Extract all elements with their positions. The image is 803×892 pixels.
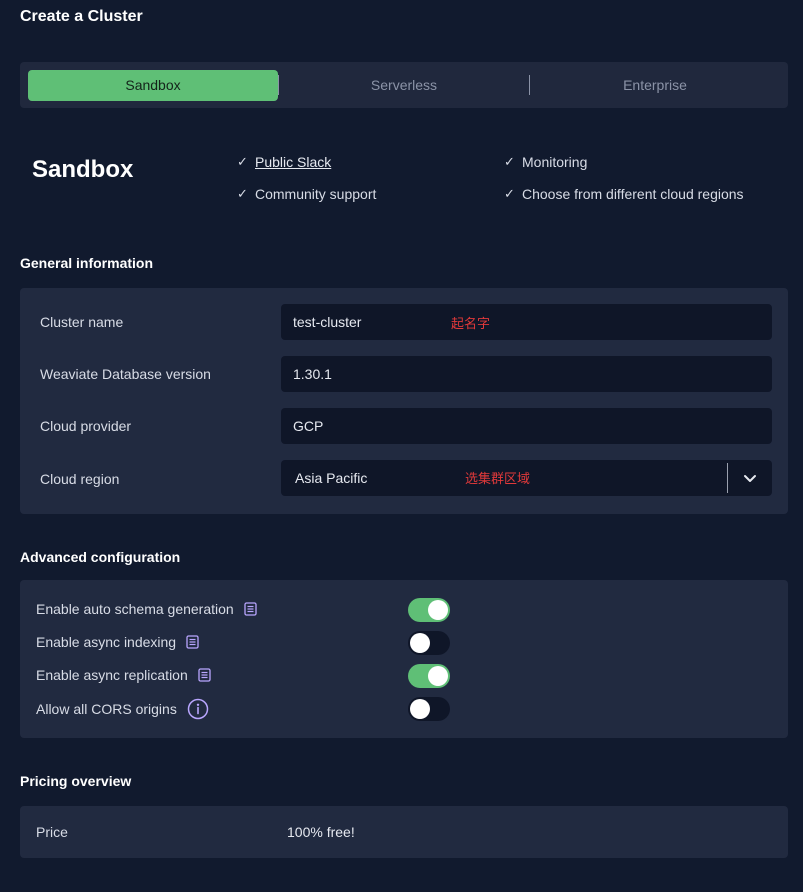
cloud-region-annotation: 选集群区域 [465, 471, 531, 486]
toggle-knob [410, 633, 430, 653]
cloud-provider-value: GCP [293, 418, 324, 434]
general-card: Cluster name test-cluster 起名字 Weaviate D… [20, 288, 788, 514]
doc-icon[interactable] [198, 668, 211, 682]
db-version-field: 1.30.1 [281, 356, 772, 392]
option-label: Enable async indexing [36, 634, 177, 650]
option-row: Enable async indexing [36, 634, 199, 650]
option-row: Allow all CORS origins [36, 698, 209, 720]
auto-schema-toggle[interactable] [408, 598, 450, 622]
advanced-card: Enable auto schema generation Enable asy… [20, 580, 788, 738]
tab-enterprise[interactable]: Enterprise [530, 70, 780, 101]
db-version-value: 1.30.1 [293, 366, 332, 382]
general-section-title: General information [20, 255, 154, 271]
cluster-name-value: test-cluster [293, 314, 362, 330]
cloud-provider-label: Cloud provider [40, 418, 132, 434]
option-label: Allow all CORS origins [36, 701, 177, 717]
plan-name: Sandbox [32, 156, 134, 183]
chevron-down-icon[interactable] [742, 470, 758, 486]
select-divider [727, 463, 728, 493]
cluster-name-annotation: 起名字 [451, 316, 491, 331]
cloud-provider-field: GCP [281, 408, 772, 444]
cors-origins-toggle[interactable] [408, 697, 450, 721]
info-icon[interactable] [187, 698, 209, 720]
option-row: Enable auto schema generation [36, 601, 257, 617]
feature-item: ✓ Public Slack [237, 154, 331, 170]
feature-item: ✓ Monitoring [504, 154, 587, 170]
doc-icon[interactable] [186, 635, 199, 649]
feature-label: Monitoring [522, 154, 588, 170]
async-replication-toggle[interactable] [408, 664, 450, 688]
tab-serverless[interactable]: Serverless [279, 70, 529, 101]
db-version-label: Weaviate Database version [40, 366, 211, 382]
tab-sandbox[interactable]: Sandbox [28, 69, 278, 101]
option-row: Enable async replication [36, 667, 211, 683]
pricing-card: Price 100% free! [20, 806, 788, 858]
page-title: Create a Cluster [20, 8, 143, 25]
feature-item: ✓ Community support [237, 186, 376, 202]
cloud-region-value: Asia Pacific [295, 470, 368, 486]
price-label: Price [36, 824, 68, 840]
plan-tabs: Sandbox Serverless Enterprise [20, 62, 788, 108]
doc-icon[interactable] [244, 602, 257, 616]
price-value: 100% free! [287, 824, 355, 840]
feature-item: ✓ Choose from different cloud regions [504, 186, 744, 202]
feature-label: Choose from different cloud regions [522, 186, 744, 202]
toggle-knob [410, 699, 430, 719]
cluster-name-input[interactable]: test-cluster [281, 304, 772, 340]
option-label: Enable async replication [36, 667, 188, 683]
public-slack-link[interactable]: Public Slack [255, 154, 331, 170]
advanced-section-title: Advanced configuration [20, 549, 181, 565]
toggle-knob [428, 666, 448, 686]
feature-label: Community support [255, 186, 377, 202]
option-label: Enable auto schema generation [36, 601, 234, 617]
pricing-section-title: Pricing overview [20, 773, 132, 789]
cloud-region-label: Cloud region [40, 471, 120, 487]
toggle-knob [428, 600, 448, 620]
check-icon: ✓ [237, 154, 248, 169]
cluster-name-label: Cluster name [40, 314, 124, 330]
async-indexing-toggle[interactable] [408, 631, 450, 655]
check-icon: ✓ [504, 186, 515, 201]
check-icon: ✓ [504, 154, 515, 169]
check-icon: ✓ [237, 186, 248, 201]
